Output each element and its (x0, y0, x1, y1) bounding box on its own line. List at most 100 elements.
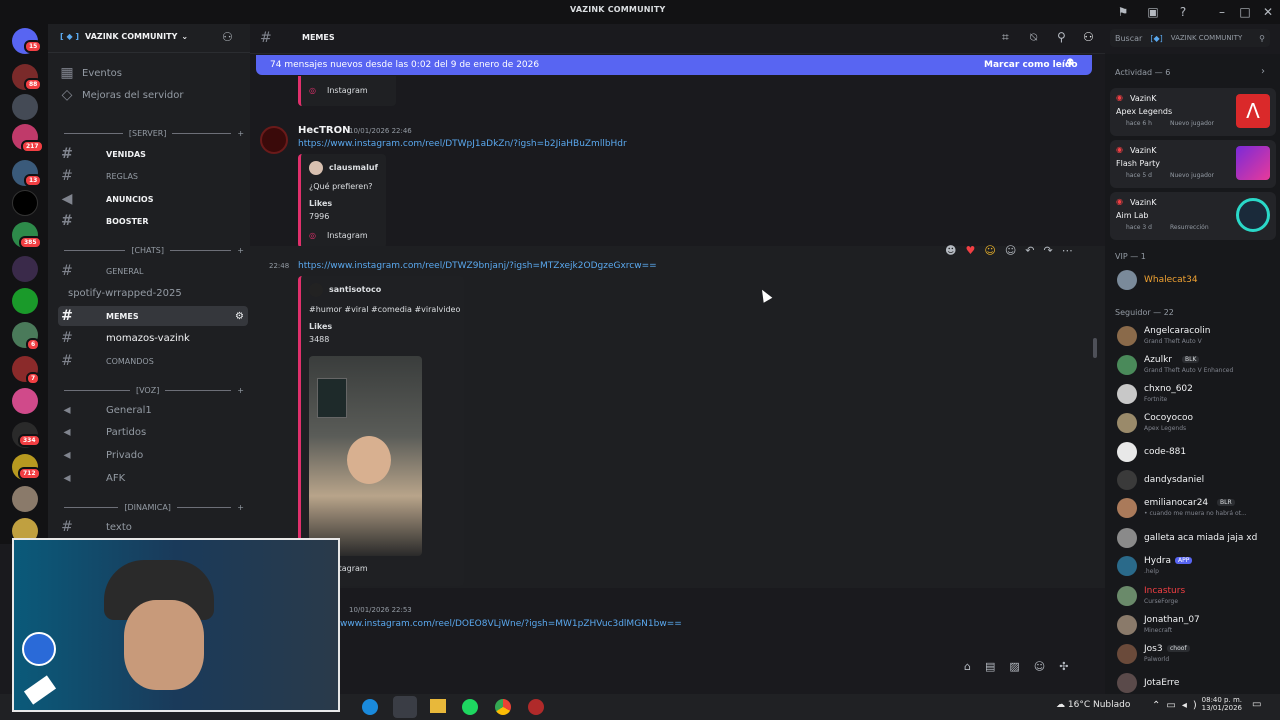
apps-icon[interactable]: ✣ (1059, 660, 1068, 673)
notification-icon[interactable]: ▭ (1252, 699, 1261, 710)
clock[interactable]: 08:40 p. m. 13/01/2026 (1200, 696, 1242, 712)
server-icon[interactable] (12, 256, 38, 282)
mute-bell-icon[interactable]: ⍉ (1030, 30, 1037, 45)
sidebar-item-venidas[interactable]: # VENIDAS (58, 144, 248, 164)
member-item[interactable]: Hydra APP .help (1117, 554, 1277, 578)
member-item[interactable]: Azulkr BLK Grand Theft Auto V Enhanced (1117, 353, 1277, 377)
search-input[interactable]: Buscar [◆] VAZINK COMMUNITY ⚲ (1110, 29, 1270, 47)
embed-author[interactable]: clausmaluf (329, 163, 378, 172)
embed-likes-label: Likes (309, 322, 333, 331)
sidebar-item-general[interactable]: # GENERAL (58, 261, 248, 281)
pin-icon[interactable]: ⚲ (1057, 30, 1066, 44)
new-messages-banner[interactable]: 74 mensajes nuevos desde las 0:02 del 9 … (256, 55, 1092, 75)
message-link[interactable]: www.instagram.com/reel/DOEO8VLjWne/?igsh… (340, 619, 682, 629)
category-voz[interactable]: [ VOZ ] + (58, 386, 244, 395)
server-badge: 385 (19, 236, 42, 249)
laugh-reaction-icon[interactable]: ☺ (984, 244, 995, 257)
member-item[interactable]: chxno_602 Fortnite (1117, 382, 1277, 406)
avatar[interactable] (260, 126, 288, 154)
sidebar-item-mejoras[interactable]: ◇ Mejoras del servidor (58, 85, 248, 105)
chevron-right-icon[interactable]: › (1261, 66, 1265, 77)
close-icon[interactable]: ✕ (1260, 4, 1276, 20)
mark-read-icon: ⚉ (1066, 58, 1075, 68)
member-item[interactable]: Jonathan_07 Minecraft (1117, 613, 1277, 637)
chrome-icon[interactable] (495, 699, 511, 715)
folder-icon[interactable] (430, 699, 446, 713)
settings-gear-icon[interactable]: ⚙ (235, 311, 244, 322)
instagram-icon: ◎ (309, 231, 316, 240)
threads-icon[interactable]: ⌗ (1002, 30, 1009, 45)
server-icon[interactable] (12, 94, 38, 120)
sidebar-item-booster[interactable]: # BOOSTER (58, 211, 248, 231)
sidebar-item-eventos[interactable]: ▦ Eventos (58, 63, 248, 83)
plus-icon[interactable]: + (237, 246, 244, 255)
sticker-icon[interactable]: ▨ (1009, 660, 1019, 673)
server-icon[interactable] (12, 288, 38, 314)
discord-taskbar-icon[interactable] (393, 696, 417, 718)
sidebar-item-partidos[interactable]: ◂ Partidos (58, 422, 248, 442)
member-item[interactable]: galleta aca miada jaja xd (1117, 526, 1277, 550)
minimize-icon[interactable]: – (1214, 4, 1230, 20)
reply-icon[interactable]: ↶ (1025, 244, 1034, 257)
help-icon[interactable]: ? (1175, 4, 1191, 20)
gift-icon[interactable]: ⌂ (964, 660, 971, 673)
inbox-icon[interactable]: ⚑ (1115, 4, 1131, 20)
emoji-icon[interactable]: ☺ (1034, 660, 1045, 673)
server-icon[interactable] (12, 388, 38, 414)
member-item[interactable]: dandysdaniel (1117, 468, 1277, 492)
category-chats[interactable]: [ CHATS ] + (58, 246, 244, 255)
server-icon[interactable] (12, 486, 38, 512)
gif-icon[interactable]: ▤ (985, 660, 995, 673)
sidebar-item-texto[interactable]: # texto (58, 517, 248, 537)
activity-card[interactable]: ◉ VazinK Aim Lab hace 3 d Resurrección (1110, 192, 1276, 240)
more-icon[interactable]: ⋯ (1062, 244, 1073, 257)
plus-icon[interactable]: + (237, 503, 244, 512)
add-reaction-icon[interactable]: ☺ (1005, 244, 1016, 257)
member-item[interactable]: Whalecat34 (1117, 268, 1277, 292)
member-item[interactable]: Incasturs CurseForge (1117, 584, 1277, 608)
window-icon[interactable]: ▣ (1145, 4, 1161, 20)
sidebar-item-comandos[interactable]: # COMANDOS (58, 351, 248, 371)
plus-icon[interactable]: + (237, 386, 244, 395)
members-list-icon[interactable]: ⚇ (1083, 30, 1094, 44)
message-author[interactable]: HecTRON (298, 125, 350, 136)
maximize-icon[interactable]: □ (1237, 4, 1253, 20)
member-item[interactable]: emilianocar24 BLR • cuando me muera no hab… (1117, 496, 1277, 520)
embed-author[interactable]: santisotoco (329, 285, 381, 294)
member-item[interactable]: Angelcaracolin Grand Theft Auto V (1117, 324, 1277, 348)
sidebar-item-spotify[interactable]: spotify-wrrapped-2025 (58, 283, 248, 303)
plus-icon[interactable]: + (237, 129, 244, 138)
sidebar-item-anuncios[interactable]: ◀ ANUNCIOS (58, 189, 248, 209)
server-name-button[interactable]: [ ◆ ] VAZINK COMMUNITY ⌄ (60, 32, 188, 41)
message-link[interactable]: https://www.instagram.com/reel/DTWpJ1aDk… (298, 139, 627, 149)
activity-card[interactable]: ◉ VazinK Apex Legends hace 6 h Nuevo jug… (1110, 88, 1276, 136)
member-item[interactable]: JotaErre (1117, 671, 1277, 695)
sidebar-item-general1[interactable]: ◂ General1 (58, 400, 248, 420)
mark-read-button[interactable]: Marcar como leído (984, 60, 1078, 70)
heart-reaction-icon[interactable]: ♥ (965, 244, 975, 257)
category-server[interactable]: [ SERVER ] + (58, 129, 244, 138)
spotify-icon[interactable] (462, 699, 478, 715)
reaction-icon[interactable]: ☻ (945, 244, 956, 257)
sidebar-item-privado[interactable]: ◂ Privado (58, 445, 248, 465)
tiktok-server-icon[interactable] (12, 190, 38, 216)
category-dinamica[interactable]: [ DINAMICA ] + (58, 503, 244, 512)
member-item[interactable]: code-881 (1117, 440, 1277, 464)
member-item[interactable]: Cocoyocoo Apex Legends (1117, 411, 1277, 435)
video-thumbnail[interactable] (309, 356, 422, 556)
add-member-icon[interactable]: ⚇ (222, 30, 233, 44)
forward-icon[interactable]: ↷ (1044, 244, 1053, 257)
message-link[interactable]: https://www.instagram.com/reel/DTWZ9bnja… (298, 261, 657, 271)
weather[interactable]: ☁ 16°C Nublado (1056, 700, 1130, 710)
sidebar-item-reglas[interactable]: # REGLAS (58, 166, 248, 186)
activity-card[interactable]: ◉ VazinK Flash Party hace 5 d Nuevo juga… (1110, 140, 1276, 188)
edge-icon[interactable] (362, 699, 378, 715)
scrollbar-thumb[interactable] (1093, 338, 1097, 358)
tray-icons[interactable]: ⌃▭◂) (1152, 700, 1203, 711)
calendar-icon: ▦ (60, 65, 74, 81)
member-item[interactable]: Jos3 choof Palworld (1117, 642, 1277, 666)
sidebar-item-momazos[interactable]: # momazos-vazink (58, 328, 248, 348)
obs-icon[interactable] (528, 699, 544, 715)
sidebar-item-afk[interactable]: ◂ AFK (58, 468, 248, 488)
sidebar-item-memes[interactable]: # MEMES ⚙ (58, 306, 248, 326)
